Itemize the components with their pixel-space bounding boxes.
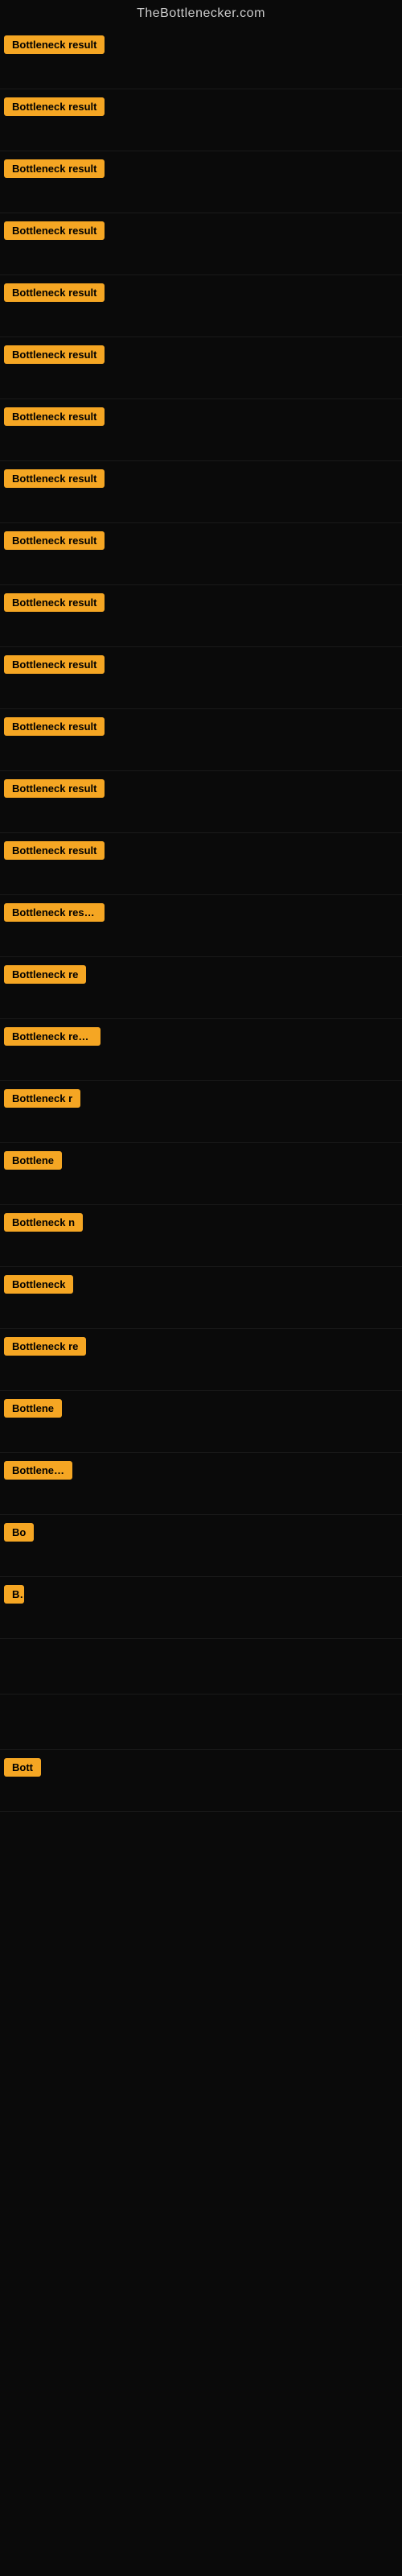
result-block: Bottleneck result	[0, 151, 402, 213]
bottleneck-result-badge[interactable]: Bottleneck result	[4, 841, 105, 860]
bottleneck-result-badge[interactable]: Bottleneck result	[4, 593, 105, 612]
bottleneck-result-badge[interactable]: Bottleneck result	[4, 779, 105, 798]
result-block: Bottleneck result	[0, 771, 402, 833]
bottleneck-result-badge[interactable]: Bottleneck result	[4, 97, 105, 116]
bottleneck-result-badge[interactable]: Bottleneck result	[4, 407, 105, 426]
result-block: Bott	[0, 1750, 402, 1812]
result-block: Bottleneck result	[0, 523, 402, 585]
result-block: Bottleneck result	[0, 647, 402, 709]
result-block: Bottlene	[0, 1143, 402, 1205]
result-block: Bottleneck result	[0, 461, 402, 523]
result-block: Bo	[0, 1515, 402, 1577]
result-block: Bottleneck result	[0, 895, 402, 957]
bottleneck-result-badge[interactable]: Bottleneck result	[4, 221, 105, 240]
bottleneck-result-badge[interactable]: Bo	[4, 1523, 34, 1542]
result-block: Bottleneck result	[0, 27, 402, 89]
bottleneck-result-badge[interactable]: Bottleneck re	[4, 1337, 86, 1356]
result-block: Bottleneck result	[0, 213, 402, 275]
bottleneck-result-badge[interactable]: Bottleneck n	[4, 1213, 83, 1232]
bottleneck-result-badge[interactable]: Bottleneck	[4, 1461, 72, 1480]
bottleneck-result-badge[interactable]: Bottleneck result	[4, 531, 105, 550]
bottleneck-result-badge[interactable]: Bottleneck result	[4, 717, 105, 736]
bottleneck-result-badge[interactable]: Bottleneck result	[4, 159, 105, 178]
result-block: Bottleneck result	[0, 833, 402, 895]
result-block: B	[0, 1577, 402, 1639]
bottleneck-result-badge[interactable]: Bottleneck r	[4, 1089, 80, 1108]
bottleneck-result-badge[interactable]: Bottlene	[4, 1399, 62, 1418]
result-block: Bottleneck result	[0, 585, 402, 647]
bottleneck-result-badge[interactable]: Bottleneck result	[4, 345, 105, 364]
result-block: Bottleneck r	[0, 1081, 402, 1143]
result-block: Bottleneck result	[0, 399, 402, 461]
result-block: Bottleneck n	[0, 1205, 402, 1267]
bottleneck-result-badge[interactable]: Bottlene	[4, 1151, 62, 1170]
bottleneck-result-badge[interactable]: Bott	[4, 1758, 41, 1777]
bottleneck-result-badge[interactable]: Bottleneck resul	[4, 1027, 100, 1046]
bottleneck-result-badge[interactable]: Bottleneck result	[4, 903, 105, 922]
result-block: Bottleneck	[0, 1267, 402, 1329]
site-title: TheBottlenecker.com	[0, 0, 402, 27]
result-block: Bottleneck resul	[0, 1019, 402, 1081]
result-block	[0, 1695, 402, 1750]
bottleneck-result-badge[interactable]: Bottleneck result	[4, 655, 105, 674]
bottleneck-result-badge[interactable]: Bottleneck re	[4, 965, 86, 984]
bottleneck-result-badge[interactable]: Bottleneck	[4, 1275, 73, 1294]
result-block	[0, 1639, 402, 1695]
result-block: Bottleneck result	[0, 89, 402, 151]
result-block: Bottleneck result	[0, 709, 402, 771]
result-block: Bottleneck	[0, 1453, 402, 1515]
bottleneck-result-badge[interactable]: B	[4, 1585, 24, 1604]
bottleneck-result-badge[interactable]: Bottleneck result	[4, 283, 105, 302]
bottleneck-result-badge[interactable]: Bottleneck result	[4, 35, 105, 54]
result-block: Bottleneck result	[0, 337, 402, 399]
bottleneck-result-badge[interactable]: Bottleneck result	[4, 469, 105, 488]
result-block: Bottleneck re	[0, 1329, 402, 1391]
result-block: Bottlene	[0, 1391, 402, 1453]
result-block: Bottleneck re	[0, 957, 402, 1019]
result-block: Bottleneck result	[0, 275, 402, 337]
